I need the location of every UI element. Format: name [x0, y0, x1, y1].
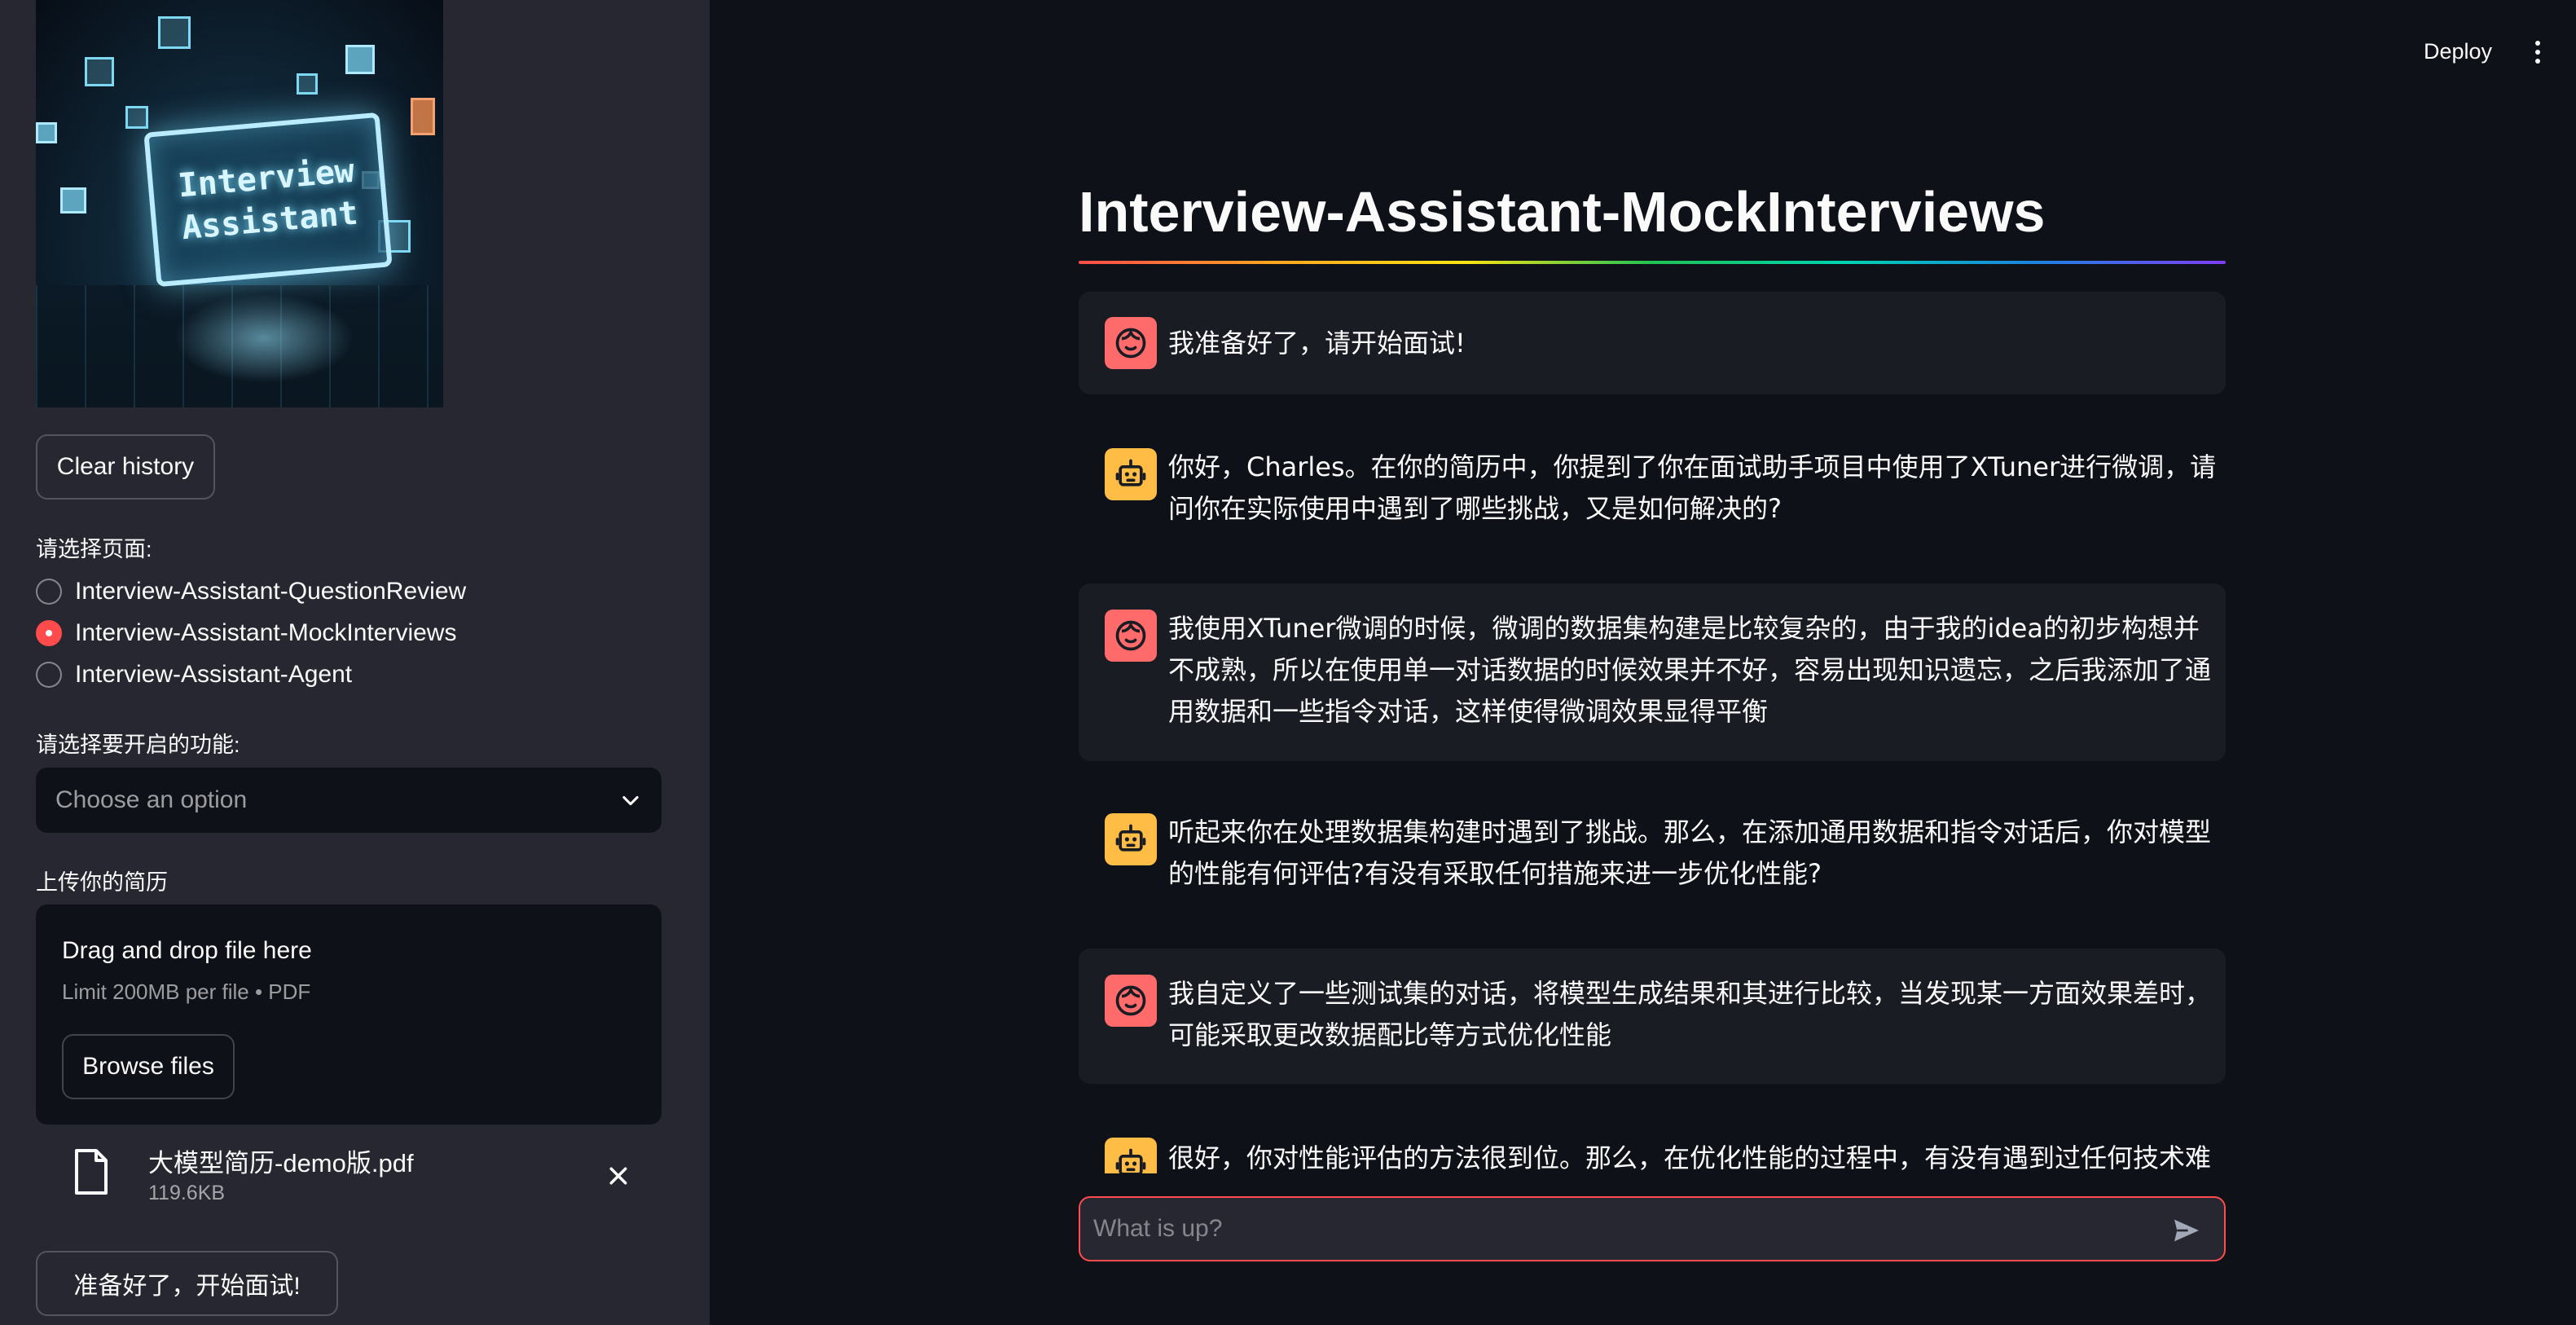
chat-message-user: 我自定义了一些测试集的对话，将模型生成结果和其进行比较，当发现某一方面效果差时，…: [1079, 949, 2226, 1084]
chat-input[interactable]: [1093, 1198, 2152, 1260]
chat-message-assistant: 很好，你对性能评估的方法很到位。那么，在优化性能的过程中，有没有遇到过任何技术难: [1079, 1113, 2226, 1173]
title-divider: [1079, 261, 2226, 264]
chat-message-user: 我使用XTuner微调的时候，微调的数据集构建是比较复杂的，由于我的idea的初…: [1079, 583, 2226, 761]
message-text: 我自定义了一些测试集的对话，将模型生成结果和其进行比较，当发现某一方面效果差时，…: [1168, 978, 2212, 1050]
user-avatar-icon: [1105, 975, 1157, 1027]
chat-input-box[interactable]: [1079, 1196, 2226, 1261]
message-text: 我使用XTuner微调的时候，微调的数据集构建是比较复杂的，由于我的idea的初…: [1168, 613, 2212, 727]
message-text: 听起来你在处理数据集构建时遇到了挑战。那么，在添加通用数据和指令对话后，你对模型…: [1168, 817, 2212, 889]
start-interview-button[interactable]: 准备好了，开始面试!: [36, 1251, 338, 1316]
message-text: 你好，Charles。在你的简历中，你提到了你在面试助手项目中使用了XTuner…: [1168, 451, 2217, 524]
send-icon[interactable]: [2170, 1214, 2203, 1247]
message-text: 我准备好了，请开始面试!: [1168, 328, 1466, 359]
page-title: Interview-Assistant-MockInterviews: [1079, 180, 2046, 244]
chat-message-assistant: 听起来你在处理数据集构建时遇到了挑战。那么，在添加通用数据和指令对话后，你对模型…: [1079, 787, 2226, 918]
message-text: 很好，你对性能评估的方法很到位。那么，在优化性能的过程中，有没有遇到过任何技术难: [1168, 1142, 2212, 1173]
bot-avatar-icon: [1105, 448, 1157, 500]
chat-scroll-area: Interview-Assistant-MockInterviews 我准备好了…: [0, 0, 2576, 1173]
bot-avatar-icon: [1105, 813, 1157, 865]
user-avatar-icon: [1105, 317, 1157, 369]
chat-message-user: 我准备好了，请开始面试!: [1079, 292, 2226, 394]
user-avatar-icon: [1105, 610, 1157, 662]
uploaded-file-size: 119.6KB: [148, 1182, 226, 1204]
chat-message-assistant: 你好，Charles。在你的简历中，你提到了你在面试助手项目中使用了XTuner…: [1079, 422, 2226, 552]
bot-avatar-icon: [1105, 1138, 1157, 1173]
